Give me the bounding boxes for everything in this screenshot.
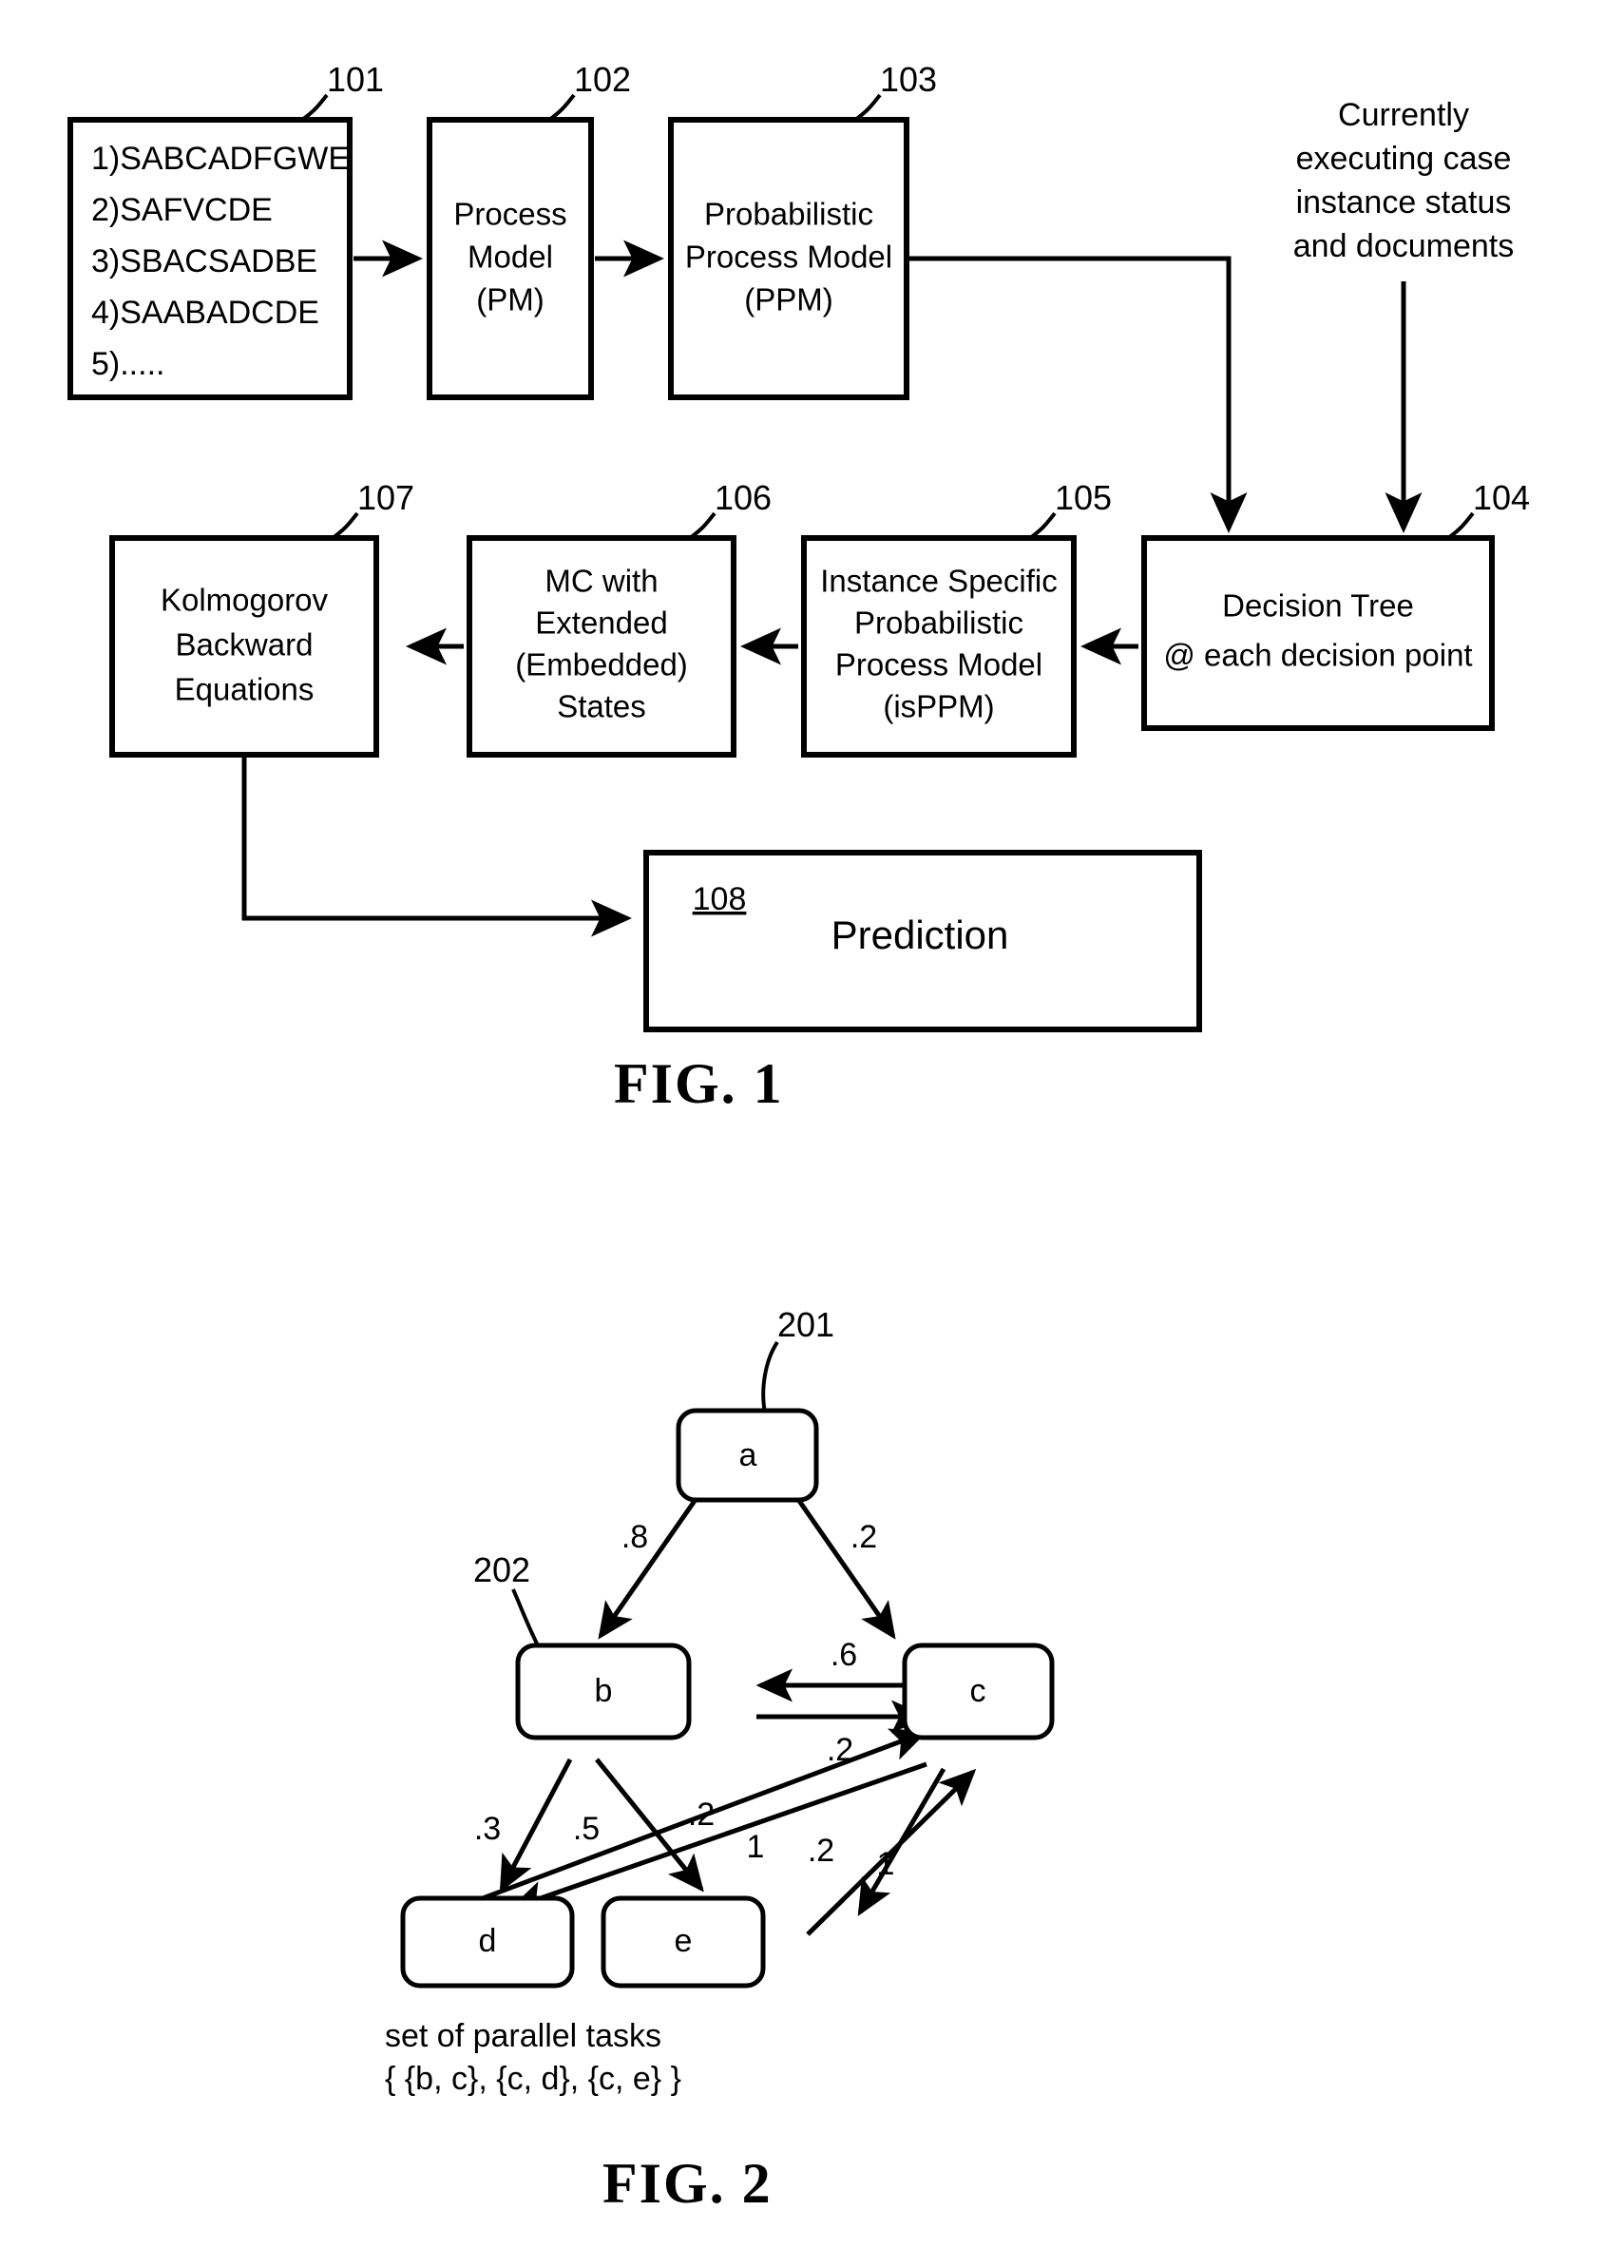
node-b-label: b — [595, 1673, 613, 1709]
node-a-label: a — [739, 1437, 757, 1473]
edge-c-to-d-weight: 1 — [747, 1829, 765, 1865]
legend-line-2: { {b, c}, {c, d}, {c, e} } — [385, 2061, 681, 2097]
edge-e-to-c-weight: 1 — [877, 1846, 895, 1882]
node-a[interactable]: a — [676, 1408, 819, 1503]
edge-c-to-e-weight: .2 — [808, 1833, 834, 1869]
edge-a-to-c-weight: .2 — [850, 1519, 877, 1555]
node-d[interactable]: d — [400, 1895, 575, 1989]
figure2-ref-202: 202 — [473, 1550, 542, 1650]
node-b[interactable]: b — [515, 1643, 692, 1740]
figure2-ref-201: 201 — [761, 1305, 834, 1413]
edge-a-to-b-weight: .8 — [621, 1519, 648, 1555]
ref-201-leader — [761, 1340, 779, 1413]
edge-b-to-e-weight: .5 — [573, 1811, 600, 1847]
figure-2-markov-chain: 201 202 .8 .2 .6 .2 .3 .5 .2 1 .2 1 a b … — [385, 1305, 1055, 2097]
node-e[interactable]: e — [601, 1895, 766, 1989]
ref-202-label: 202 — [473, 1550, 530, 1589]
edge-d-to-c-weight: .2 — [688, 1797, 715, 1833]
node-d-label: d — [479, 1923, 497, 1959]
patent-drawing-sheet: 101 1)SABCADFGWE 2)SAFVCDE 3)SBACSADBE 4… — [0, 0, 1624, 2268]
ref-202-leader — [511, 1588, 542, 1650]
edge-c-to-b-weight: .6 — [831, 1637, 857, 1673]
legend-line-1: set of parallel tasks — [385, 2018, 661, 2054]
ref-201-label: 201 — [777, 1305, 834, 1344]
node-e-label: e — [675, 1923, 693, 1959]
node-c[interactable]: c — [902, 1643, 1055, 1740]
figure-2-caption: FIG. 2 — [602, 2152, 773, 2215]
edge-b-to-d-weight: .3 — [474, 1811, 501, 1847]
figure2-legend: set of parallel tasks { {b, c}, {c, d}, … — [385, 2018, 681, 2097]
node-c-label: c — [970, 1673, 986, 1709]
